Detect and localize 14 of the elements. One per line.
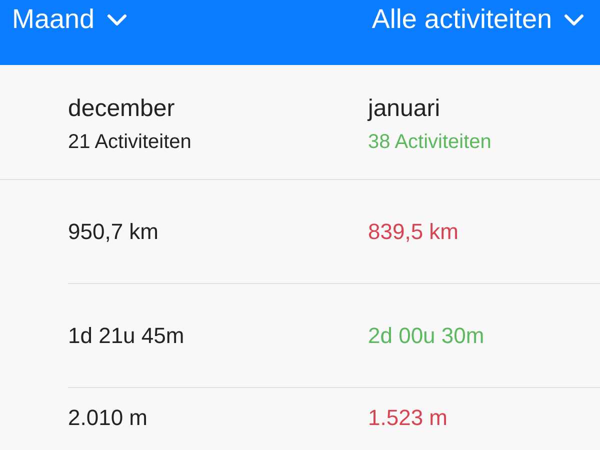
activity-count: 21 Activiteiten: [68, 131, 192, 154]
month-name: december: [68, 95, 176, 123]
previous-value: 2.010 m: [68, 405, 148, 431]
month-name: januari: [368, 95, 442, 123]
chevron-down-icon: [564, 12, 584, 26]
activity-dropdown[interactable]: Alle activiteiten: [372, 4, 584, 35]
previous-value: 950,7 km: [68, 218, 160, 244]
current-value: 1.523 m: [368, 405, 448, 431]
chevron-down-icon: [106, 12, 127, 26]
previous-value: 1d 21u 45m: [68, 322, 186, 348]
period-dropdown[interactable]: Maand: [12, 4, 127, 35]
current-value: 839,5 km: [368, 218, 460, 244]
activity-count: 38 Activiteiten: [368, 131, 492, 154]
current-value: 2d 00u 30m: [368, 322, 486, 348]
